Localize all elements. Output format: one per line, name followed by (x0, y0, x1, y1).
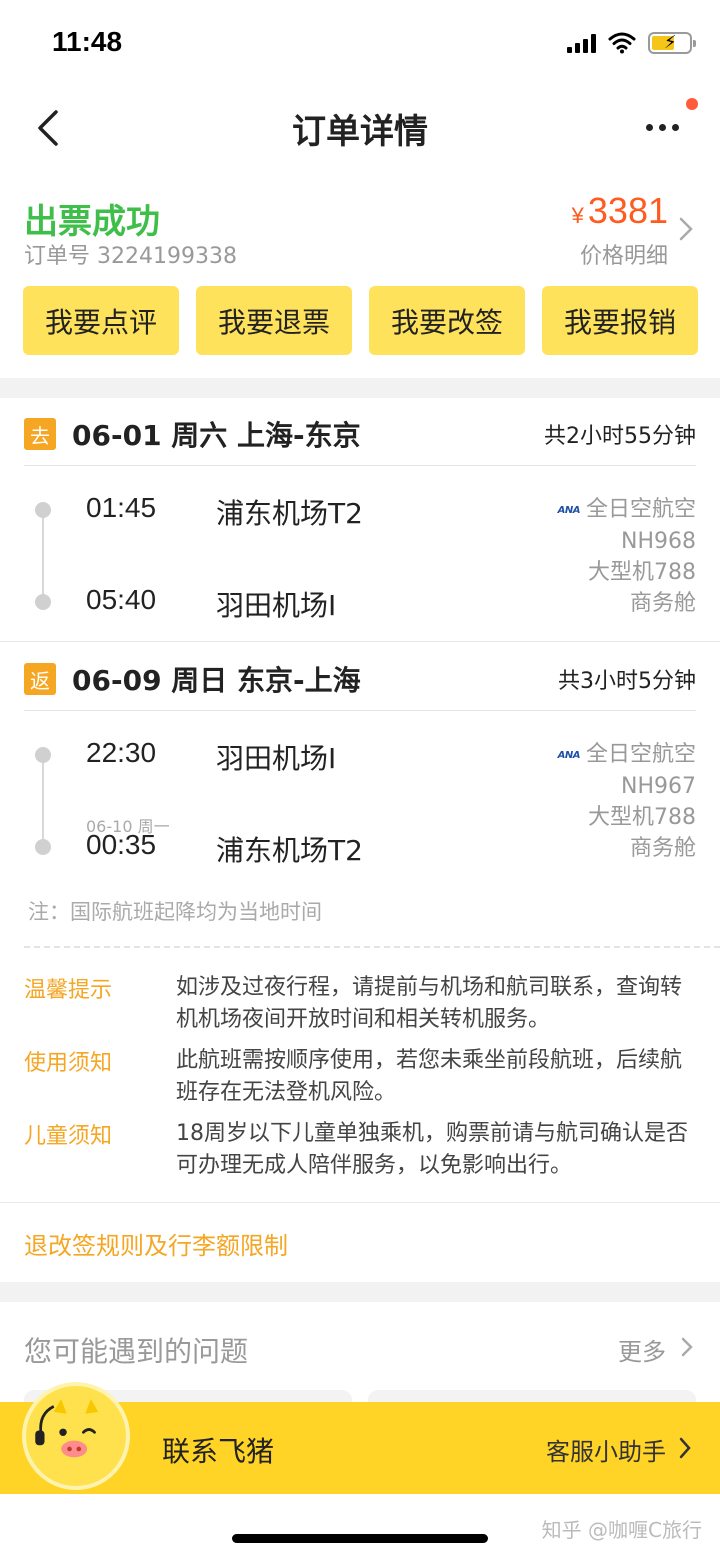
reimburse-button[interactable]: 我要报销 (542, 286, 698, 355)
order-price[interactable]: ¥3381 (572, 190, 668, 232)
nav-bar: 订单详情 (0, 88, 720, 168)
tip-text: 如涉及过夜行程，请提前与机场和航司联系，查询转机机场夜间开放时间和相关转机服务。 (176, 975, 683, 1032)
currency-symbol: ¥ (571, 203, 584, 228)
flight-number: NH967 (621, 773, 696, 799)
leg-body-return[interactable]: 22:30 羽田机场I 06-10 周一 00:35 浦东机场T2 ANA 全日空… (0, 733, 720, 883)
contact-label: 联系飞猪 (162, 1435, 275, 1468)
leg-duration: 共2小时55分钟 (544, 424, 696, 449)
leg-route: 06-01 周六 上海-东京 (72, 419, 361, 452)
home-area: 知乎 @咖喱C旅行 (0, 1494, 720, 1559)
change-button[interactable]: 我要改签 (369, 286, 525, 355)
airline-name: 全日空航空 (585, 497, 696, 522)
assistant-link[interactable]: 客服小助手 (546, 1432, 666, 1467)
status-icons: ⚡ (567, 32, 696, 54)
timeline-dot (35, 839, 51, 855)
divider (24, 710, 696, 711)
timeline-dot (35, 747, 51, 763)
departure-airport: 浦东机场T2 (216, 497, 363, 530)
order-summary: 出票成功 订单号 3224199338 ¥3381 价格明细 我要点评 我要退票… (0, 168, 720, 378)
aircraft-type: 大型机788 (588, 804, 696, 830)
leg-tag: 返 (24, 663, 56, 695)
leg-header-outbound: 去 06-01 周六 上海-东京 共2小时55分钟 (0, 398, 720, 466)
leg-duration: 共3小时5分钟 (558, 669, 696, 694)
page-title: 订单详情 (292, 112, 428, 152)
wifi-icon (608, 32, 636, 54)
timeline-dot (35, 594, 51, 610)
divider (24, 465, 696, 466)
chevron-right-icon[interactable] (678, 216, 694, 242)
tip-text: 18周岁以下儿童单独乘机，购票前请与航司确认是否可办理无成人陪伴服务，以免影响出… (176, 1121, 688, 1178)
local-time-note: 注：国际航班起降均为当地时间 (28, 900, 322, 924)
tip-label: 使用须知 (24, 1051, 113, 1076)
aircraft-type: 大型机788 (588, 559, 696, 585)
airline-name: 全日空航空 (585, 742, 696, 767)
departure-time: 01:45 (86, 492, 157, 523)
more-icon[interactable] (646, 112, 690, 142)
arrival-time: 05:40 (86, 584, 157, 615)
dashed-divider (24, 946, 720, 948)
price-value: 3381 (587, 190, 668, 231)
action-buttons: 我要点评 我要退票 我要改签 我要报销 (23, 286, 698, 355)
cabin-class: 商务舱 (629, 590, 696, 616)
arrival-airport: 羽田机场I (216, 589, 337, 622)
refund-button[interactable]: 我要退票 (196, 286, 352, 355)
flight-info: ANA 全日空航空 NH967 大型机788 商务舱 (558, 739, 696, 864)
rules-link[interactable]: 退改签规则及行李额限制 (24, 1226, 288, 1261)
timeline-dot (35, 502, 51, 518)
price-detail-link[interactable]: 价格明细 (580, 238, 668, 270)
arrival-time: 00:35 (86, 829, 157, 860)
chevron-right-icon[interactable] (678, 1436, 692, 1460)
timeline-line (42, 510, 44, 602)
airline-logo-icon: ANA (557, 749, 581, 761)
divider (0, 1202, 720, 1203)
leg-tag: 去 (24, 418, 56, 450)
faq-title: 您可能遇到的问题 (24, 1335, 249, 1368)
pig-mascot-icon (22, 1382, 130, 1490)
chevron-right-icon[interactable] (680, 1336, 694, 1358)
leg-route: 06-09 周日 东京-上海 (72, 664, 361, 697)
timeline-line (42, 755, 44, 847)
leg-body-outbound[interactable]: 01:45 浦东机场T2 05:40 羽田机场I ANA 全日空航空 NH968 … (0, 488, 720, 638)
status-bar: 11:48 ⚡ (0, 0, 720, 88)
trip-card: 去 06-01 周六 上海-东京 共2小时55分钟 01:45 浦东机场T2 0… (0, 398, 720, 1282)
leg-header-return: 返 06-09 周日 东京-上海 共3小时5分钟 (0, 643, 720, 711)
cabin-class: 商务舱 (629, 835, 696, 861)
order-number: 订单号 3224199338 (24, 244, 237, 269)
flight-number: NH968 (621, 528, 696, 554)
home-indicator[interactable] (232, 1534, 488, 1543)
review-button[interactable]: 我要点评 (23, 286, 179, 355)
tip-label: 温馨提示 (24, 978, 113, 1003)
contact-bar[interactable]: 联系飞猪 客服小助手 (0, 1382, 720, 1494)
faq-more-link[interactable]: 更多 (618, 1332, 666, 1367)
battery-icon: ⚡ (648, 32, 696, 54)
airline-logo-icon: ANA (557, 504, 581, 516)
departure-time: 22:30 (86, 737, 157, 768)
tip-text: 此航班需按顺序使用，若您未乘坐前段航班，后续航班存在无法登机风险。 (176, 1048, 683, 1105)
watermark: 知乎 @咖喱C旅行 (541, 1518, 702, 1542)
status-time: 11:48 (52, 26, 123, 57)
notification-dot (686, 98, 698, 110)
signal-icon (567, 33, 596, 53)
divider (0, 641, 720, 642)
faq-section: 您可能遇到的问题 更多 (0, 1302, 720, 1410)
arrival-airport: 浦东机场T2 (216, 834, 363, 867)
flight-info: ANA 全日空航空 NH968 大型机788 商务舱 (558, 494, 696, 619)
tip-label: 儿童须知 (24, 1124, 113, 1149)
departure-airport: 羽田机场I (216, 742, 337, 775)
ticket-status: 出票成功 (24, 202, 160, 242)
